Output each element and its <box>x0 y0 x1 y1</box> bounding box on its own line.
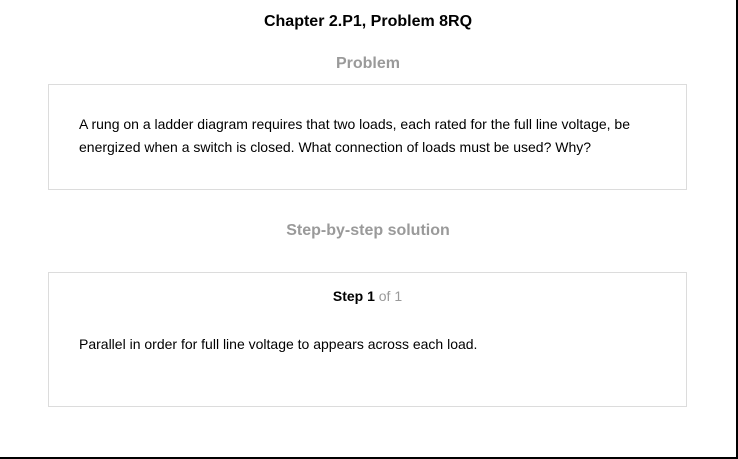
step-total: of 1 <box>378 288 403 304</box>
solution-card: Step 1 of 1 Parallel in order for full l… <box>48 272 687 407</box>
problem-heading: Problem <box>335 55 400 72</box>
solution-heading: Step-by-step solution <box>286 222 450 239</box>
problem-card: A rung on a ladder diagram requires that… <box>48 84 687 190</box>
step-number: Step 1 <box>332 288 375 304</box>
chapter-title: Chapter 2.P1, Problem 8RQ <box>263 13 473 30</box>
problem-text: A rung on a ladder diagram requires that… <box>79 116 631 155</box>
step-indicator: Step 1 of 1 <box>49 287 686 305</box>
solution-text: Parallel in order for full line voltage … <box>79 336 478 352</box>
